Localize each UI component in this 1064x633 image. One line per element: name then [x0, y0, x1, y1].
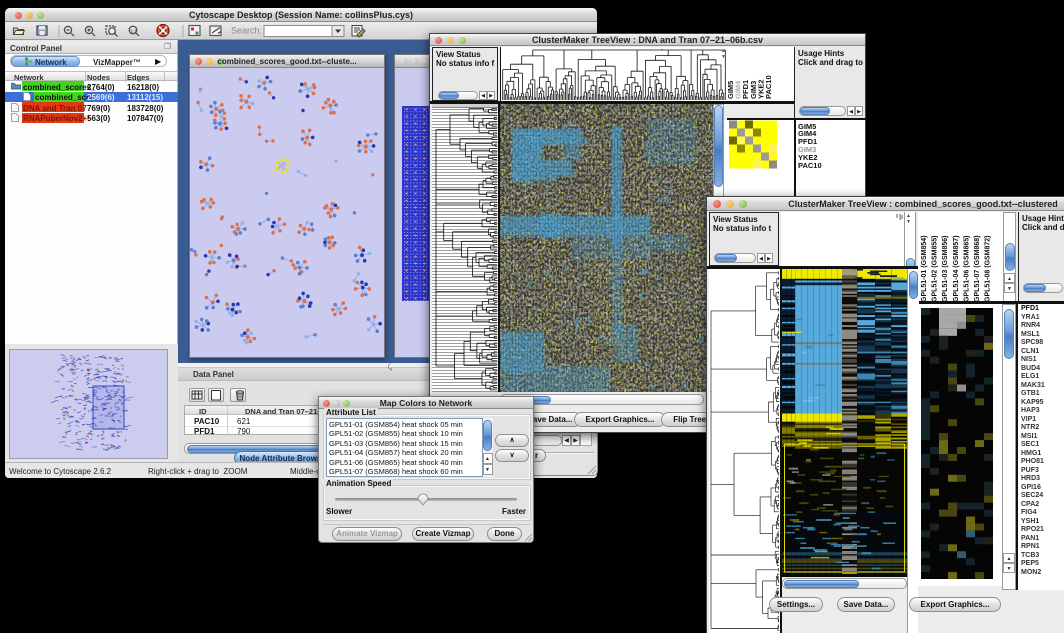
svg-text:GPL51-02 (GSM855): GPL51-02 (GSM855)	[932, 235, 939, 302]
svg-text:GPL51-03 (GSM856): GPL51-03 (GSM856)	[942, 235, 949, 302]
svg-text:GPL51-01 (GSM854): GPL51-01 (GSM854)	[921, 235, 928, 302]
svg-text:GPL51-07 (GSM868): GPL51-07 (GSM868)	[974, 235, 981, 302]
svg-text:Search:: Search:	[231, 26, 262, 36]
svg-text:GPL51-08 (GSM872): GPL51-08 (GSM872)	[985, 235, 992, 302]
svg-text:GPL51-06 (GSM865): GPL51-06 (GSM865)	[963, 235, 970, 302]
svg-text:GPL51-04 (GSM857): GPL51-04 (GSM857)	[953, 235, 960, 302]
svg-text:1:1: 1:1	[131, 28, 138, 33]
svg-text:PAC10: PAC10	[764, 75, 773, 99]
